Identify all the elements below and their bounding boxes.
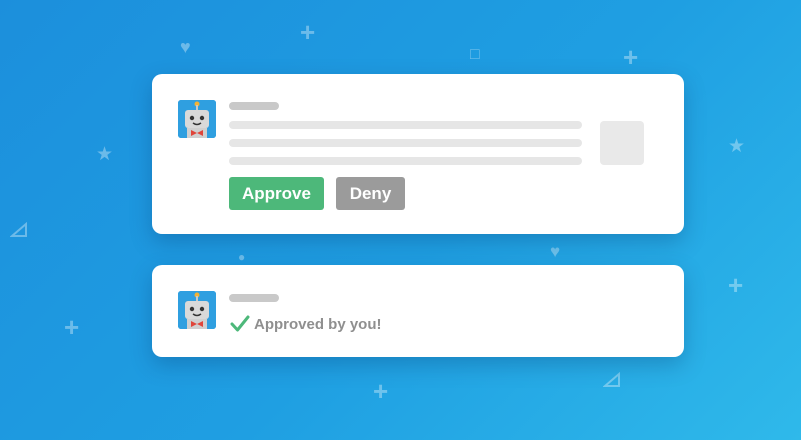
dot-icon: ● [238,250,246,264]
approve-button[interactable]: Approve [229,177,324,210]
message-line-placeholder [229,157,582,165]
status-text: Approved by you! [254,315,382,333]
message-line-placeholder [229,121,582,129]
checkmark-icon [230,315,250,332]
plus-icon: + [728,270,744,300]
sender-name-placeholder [229,294,279,302]
square-icon: □ [470,46,480,63]
plus-icon: + [373,376,389,406]
heart-icon: ♥ [550,242,561,261]
robot-icon [178,100,216,138]
plus-icon: + [623,42,639,72]
approval-result-card: Approved by you! [152,265,684,357]
sender-name-placeholder [229,102,279,110]
triangle-icon [603,372,620,387]
plus-icon: + [64,312,80,342]
approval-status: Approved by you! [230,315,382,333]
attachment-thumbnail [600,121,644,165]
heart-icon: ♥ [180,37,191,57]
triangle-icon [10,222,27,237]
deny-button[interactable]: Deny [336,177,405,210]
message-line-placeholder [229,139,582,147]
robot-icon [178,291,216,329]
bot-avatar [178,291,216,329]
approval-request-card: Approve Deny [152,74,684,234]
bot-avatar [178,100,216,138]
plus-icon: + [300,17,316,47]
star-icon: ★ [96,144,114,165]
star-icon: ★ [728,136,746,157]
